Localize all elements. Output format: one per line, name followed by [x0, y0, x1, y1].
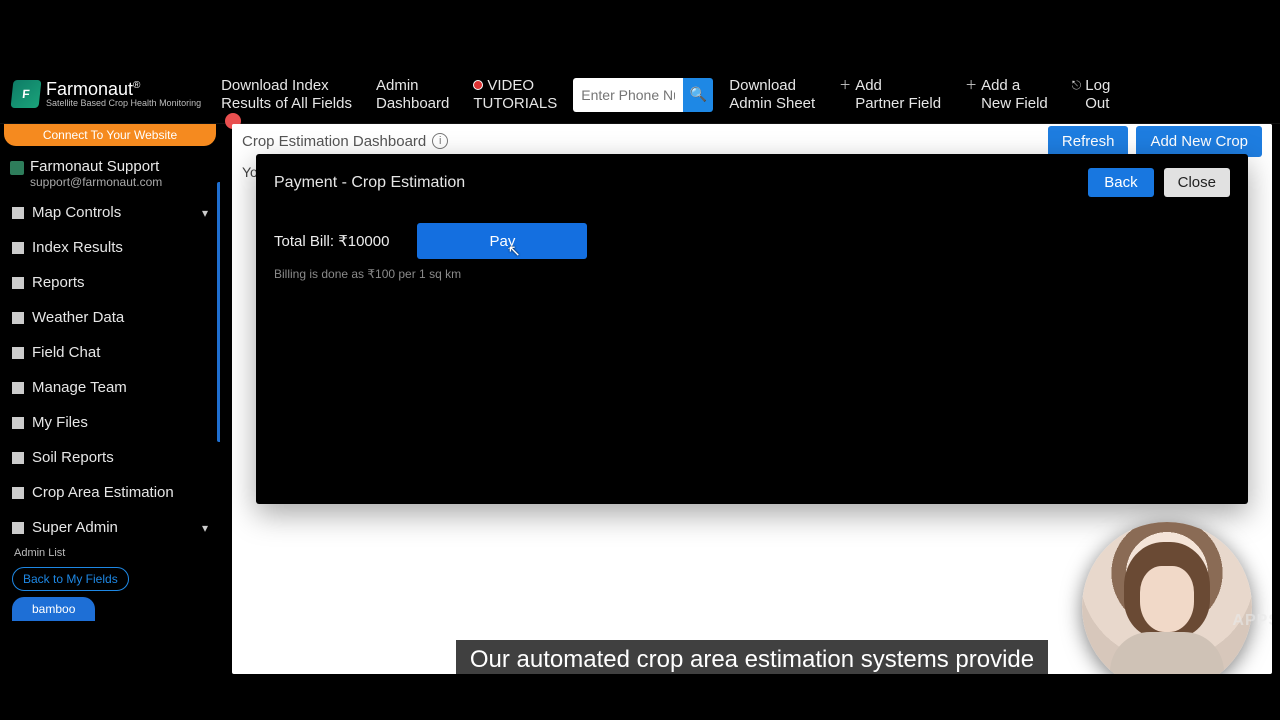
nav-add-new-field-label: Add aNew Field	[981, 77, 1048, 112]
phone-input[interactable]	[573, 78, 683, 112]
nav-download-admin-sheet[interactable]: DownloadAdmin Sheet	[721, 73, 823, 116]
billing-note: Billing is done as ₹100 per 1 sq km	[274, 267, 1230, 281]
trademark: ®	[133, 80, 140, 91]
nav-log-out-label: LogOut	[1085, 77, 1110, 112]
sidebar-item-index-results[interactable]: Index Results	[0, 230, 220, 265]
nav-video-tutorials[interactable]: VIDEO TUTORIALS	[465, 73, 565, 117]
sidebar-item-reports[interactable]: Reports	[0, 265, 220, 300]
caption-line-1: Our automated crop area estimation syste…	[456, 640, 1048, 674]
sidebar-pill-button[interactable]: bamboo	[12, 597, 95, 621]
search-icon: 🔍	[690, 86, 707, 103]
crop-icon	[12, 487, 24, 499]
sidebar-item-label: Crop Area Estimation	[32, 484, 174, 501]
sidebar-item-manage-team[interactable]: Manage Team	[0, 370, 220, 405]
main-panel: Crop Estimation Dashboard i Refresh Add …	[232, 124, 1272, 674]
sidebar: Connect To Your Website Farmonaut Suppor…	[0, 124, 220, 674]
sidebar-item-crop-area-estimation[interactable]: Crop Area Estimation	[0, 475, 220, 510]
sidebar-item-label: Weather Data	[32, 309, 124, 326]
phone-search: 🔍	[573, 78, 713, 112]
nav-add-partner-field[interactable]: ＋ AddPartner Field	[831, 73, 949, 116]
nav-download-index-label: Download IndexResults of All Fields	[221, 77, 352, 111]
modal-back-button[interactable]: Back	[1088, 168, 1153, 197]
video-tutorials-top: VIDEO	[487, 77, 534, 94]
record-icon	[473, 80, 483, 90]
sidebar-item-label: Soil Reports	[32, 449, 114, 466]
back-to-my-fields-button[interactable]: Back to My Fields	[12, 567, 129, 591]
sidebar-item-map-controls[interactable]: Map Controls ▾	[0, 195, 220, 230]
sidebar-item-label: Index Results	[32, 239, 123, 256]
refresh-button[interactable]: Refresh	[1048, 126, 1129, 157]
admin-icon	[12, 522, 24, 534]
payment-modal: Payment - Crop Estimation Back Close Tot…	[256, 154, 1248, 504]
soil-icon	[12, 452, 24, 464]
total-bill-value: ₹10000	[338, 233, 389, 250]
breadcrumb-label: Crop Estimation Dashboard	[242, 133, 426, 150]
watermark: APPS	[1232, 612, 1272, 630]
nav-log-out[interactable]: ⎋ LogOut	[1064, 73, 1119, 116]
sidebar-scrollbar[interactable]	[217, 182, 220, 442]
sidebar-item-soil-reports[interactable]: Soil Reports	[0, 440, 220, 475]
pay-button[interactable]: Pay ↖	[417, 223, 587, 259]
connect-website-button[interactable]: Connect To Your Website	[4, 124, 216, 146]
sidebar-item-label: Field Chat	[32, 344, 100, 361]
add-new-crop-button[interactable]: Add New Crop	[1136, 126, 1262, 157]
plus-icon: ＋	[965, 79, 977, 93]
support-email: support@farmonaut.com	[30, 175, 162, 189]
team-icon	[12, 382, 24, 394]
total-bill-label: Total Bill:	[274, 233, 338, 250]
logo-mark-icon: F	[11, 80, 42, 108]
sidebar-item-field-chat[interactable]: Field Chat	[0, 335, 220, 370]
nav-add-new-field[interactable]: ＋ Add aNew Field	[957, 73, 1056, 116]
index-icon	[12, 242, 24, 254]
sidebar-item-weather-data[interactable]: Weather Data	[0, 300, 220, 335]
reports-icon	[12, 277, 24, 289]
brand-logo[interactable]: F Farmonaut® Satellite Based Crop Health…	[8, 80, 205, 108]
sidebar-item-super-admin[interactable]: Super Admin ▾	[0, 510, 220, 545]
support-title: Farmonaut Support	[30, 158, 162, 175]
phone-search-button[interactable]: 🔍	[683, 78, 713, 112]
sidebar-item-label: Manage Team	[32, 379, 127, 396]
presenter-avatar	[1082, 522, 1252, 674]
video-caption: Our automated crop area estimation syste…	[432, 640, 1072, 674]
modal-close-button[interactable]: Close	[1164, 168, 1230, 197]
app-header: F Farmonaut® Satellite Based Crop Health…	[0, 66, 1280, 124]
nav-admin-dashboard[interactable]: AdminDashboard	[368, 73, 457, 116]
chat-icon	[12, 347, 24, 359]
brand-name: Farmonaut	[46, 79, 133, 99]
logout-icon: ⎋	[1072, 79, 1082, 93]
files-icon	[12, 417, 24, 429]
info-icon[interactable]: i	[432, 133, 448, 149]
sidebar-item-label: Super Admin	[32, 519, 118, 536]
brand-tagline: Satellite Based Crop Health Monitoring	[46, 99, 201, 108]
sidebar-item-label: My Files	[32, 414, 88, 431]
support-block[interactable]: Farmonaut Support support@farmonaut.com	[0, 152, 220, 195]
support-avatar-icon	[10, 161, 24, 175]
modal-title: Payment - Crop Estimation	[274, 174, 465, 192]
total-bill: Total Bill: ₹10000	[274, 232, 389, 250]
admin-list-label: Admin List	[0, 545, 220, 563]
nav-add-partner-field-label: AddPartner Field	[855, 77, 941, 112]
nav-download-index[interactable]: Download IndexResults of All Fields	[213, 56, 360, 133]
chevron-down-icon: ▾	[202, 521, 208, 535]
plus-icon: ＋	[839, 79, 851, 93]
chevron-down-icon: ▾	[202, 206, 208, 220]
sidebar-item-label: Reports	[32, 274, 85, 291]
pay-button-label: Pay	[490, 233, 516, 250]
video-tutorials-bottom: TUTORIALS	[473, 95, 557, 112]
sidebar-item-label: Map Controls	[32, 204, 121, 221]
weather-icon	[12, 312, 24, 324]
map-icon	[12, 207, 24, 219]
sidebar-item-my-files[interactable]: My Files	[0, 405, 220, 440]
breadcrumb: Crop Estimation Dashboard i	[242, 133, 448, 150]
